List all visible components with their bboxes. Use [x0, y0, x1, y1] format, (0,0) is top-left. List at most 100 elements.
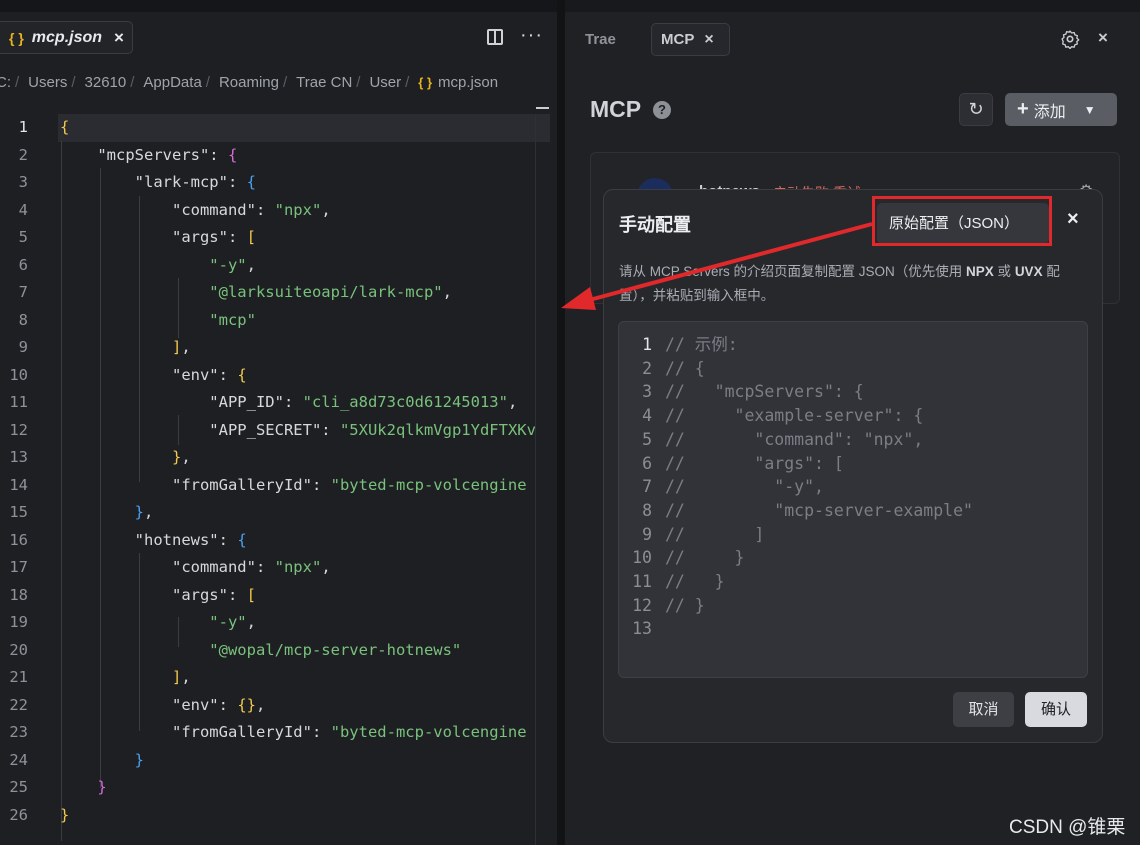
code-text: "mcpServers": { — [60, 142, 237, 169]
code-token: } — [60, 503, 144, 521]
code-text: "hotnews": { — [60, 527, 247, 554]
line-number: 19 — [9, 613, 28, 631]
pane-divider[interactable] — [557, 0, 565, 845]
code-token: } — [60, 778, 107, 796]
breadcrumb-separator: / — [356, 73, 361, 91]
code-token: , — [181, 448, 191, 466]
code-line: 7 "@larksuiteoapi/lark-mcp", — [0, 279, 557, 306]
code-line: 15 }, — [0, 499, 557, 526]
line-number: 6 — [18, 255, 28, 274]
more-actions-icon[interactable]: ··· — [520, 24, 543, 47]
line-number: 14 — [9, 475, 28, 494]
code-line: 18 "args": [ — [0, 582, 557, 609]
file-tab-mcp-json[interactable]: { } mcp.json × — [0, 21, 133, 54]
editor-scrollbar[interactable] — [535, 114, 550, 845]
example-line: 11 // } — [619, 570, 1089, 594]
code-token: "cli_a8d73c0d61245013" — [302, 393, 508, 411]
code-token: "mcpServers": — [60, 145, 228, 164]
code-token: "hotnews": — [60, 530, 238, 549]
line-number: 22 — [9, 695, 28, 714]
code-text: "args": [ — [60, 582, 256, 609]
close-panel-icon[interactable]: × — [1098, 28, 1108, 48]
line-number: 9 — [642, 524, 652, 544]
settings-gear-icon[interactable] — [1060, 29, 1080, 49]
code-text: "command": "npx", — [60, 554, 331, 581]
code-token: "npx" — [274, 200, 322, 219]
close-dialog-icon[interactable]: × — [1067, 208, 1079, 231]
code-text: } — [60, 802, 69, 829]
code-token: [ — [246, 228, 256, 246]
tab-trae[interactable]: Trae — [585, 23, 616, 56]
add-button-label: 添加 — [1033, 103, 1066, 121]
code-text: }, — [60, 499, 154, 526]
example-line: 4 // "example-server": { — [619, 404, 1089, 428]
breadcrumb-separator: / — [282, 73, 288, 91]
line-number: 4 — [642, 406, 652, 426]
line-number: 3 — [18, 173, 28, 191]
code-token: "5XUk2qlkmVgp1YdFTXKv — [339, 420, 536, 439]
code-line: 24 } — [0, 747, 557, 774]
code-line: 9 ], — [0, 334, 557, 361]
breadcrumb-separator: / — [205, 73, 210, 91]
code-token: , — [255, 695, 266, 714]
line-number: 17 — [9, 558, 28, 576]
code-token: ] — [60, 338, 182, 356]
placeholder-text: // "mcpServers": { — [665, 382, 864, 402]
line-number: 12 — [9, 420, 28, 439]
line-number: 1 — [18, 118, 28, 136]
breadcrumb-segment[interactable]: Users — [28, 74, 67, 91]
code-text: "@larksuiteoapi/lark-mcp", — [60, 279, 452, 306]
breadcrumb-segment[interactable]: User — [369, 74, 401, 91]
tab-mcp[interactable]: MCP × — [651, 23, 730, 56]
close-tab-icon[interactable]: × — [704, 31, 713, 49]
manual-config-dialog: 手动配置 原始配置（JSON） × 请从 MCP Servers 的介绍页面复制… — [603, 189, 1103, 743]
breadcrumb-file[interactable]: mcp.json — [438, 74, 498, 91]
breadcrumb-segment[interactable]: Roaming — [219, 74, 279, 91]
add-button[interactable]: + 添加 ▼ — [1005, 93, 1117, 126]
refresh-button[interactable]: ↻ — [959, 93, 993, 126]
example-line: 12 // } — [619, 594, 1089, 618]
code-token: } — [60, 750, 144, 769]
example-line: 8 // "mcp-server-example" — [619, 499, 1089, 523]
cancel-button[interactable]: 取消 — [953, 692, 1014, 727]
code-token: "@larksuiteoapi/lark-mcp" — [60, 283, 443, 301]
code-text: ], — [60, 664, 191, 691]
code-text: } — [60, 774, 107, 801]
code-line: 16 "hotnews": { — [0, 527, 557, 554]
code-token: "args": — [60, 585, 247, 604]
code-token: , — [246, 613, 256, 631]
line-number: 13 — [632, 619, 652, 639]
line-number: 8 — [642, 500, 652, 520]
code-text: "-y", — [60, 609, 256, 636]
code-text: "env": {}, — [60, 692, 265, 719]
code-text: "lark-mcp": { — [60, 169, 256, 196]
help-icon[interactable]: ? — [653, 101, 671, 119]
code-line: 26} — [0, 802, 557, 829]
watermark: CSDN @锥栗 — [1009, 817, 1126, 838]
code-line: 19 "-y", — [0, 609, 557, 636]
line-number: 21 — [9, 668, 28, 686]
example-line: 9 // ] — [619, 523, 1089, 547]
breadcrumb-segment[interactable]: AppData — [143, 74, 201, 91]
code-text: "command": "npx", — [60, 197, 331, 224]
code-text: "args": [ — [60, 224, 256, 251]
confirm-button[interactable]: 确认 — [1025, 692, 1087, 727]
breadcrumb-segment[interactable]: C: — [0, 74, 11, 91]
code-text: "@wopal/mcp-server-hotnews" — [60, 637, 461, 664]
placeholder-text: // "args": [ — [665, 453, 844, 473]
placeholder-text: // ] — [665, 524, 765, 544]
breadcrumb-segment[interactable]: Trae CN — [296, 74, 352, 91]
json-config-input[interactable]: 1 // 示例: 2 // {3 // "mcpServers": {4 // "exam… — [618, 321, 1088, 678]
code-token: "mcp" — [60, 310, 256, 329]
example-line: 1 // 示例: — [619, 333, 1089, 357]
chevron-down-icon: ▼ — [1083, 102, 1096, 117]
line-number: 18 — [9, 585, 28, 604]
close-tab-icon[interactable]: × — [114, 28, 124, 48]
line-number: 10 — [632, 548, 652, 568]
example-line: 2 // { — [619, 357, 1089, 381]
line-number: 23 — [9, 723, 28, 741]
split-editor-icon[interactable] — [487, 29, 503, 45]
code-token: "command": — [60, 558, 275, 576]
editor-pane: { } mcp.json × ··· C: / Users/32610/AppDat… — [0, 0, 557, 845]
breadcrumb-segment[interactable]: 32610 — [85, 74, 127, 91]
